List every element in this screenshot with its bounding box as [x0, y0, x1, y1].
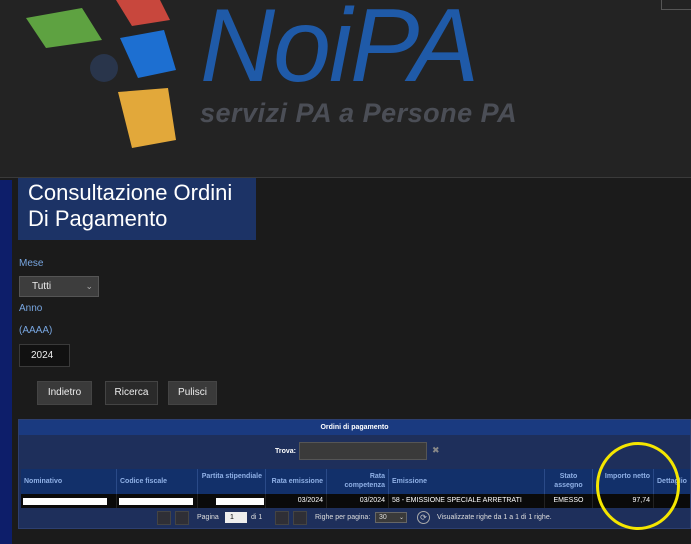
- logo-word: NoiPA: [200, 0, 479, 104]
- rows-per-page-select[interactable]: 30 ⌄: [375, 512, 407, 523]
- cell-rata-competenza: 03/2024: [327, 494, 389, 508]
- mese-label: Mese: [19, 258, 44, 269]
- left-accent-bar: [0, 180, 12, 544]
- rows-per-page-label: Righe per pagina:: [315, 514, 371, 521]
- cell-partita: [198, 494, 266, 508]
- redacted-partita: [216, 498, 264, 505]
- rows-summary: Visualizzate righe da 1 a 1 di 1 righe.: [437, 514, 552, 521]
- logo-tiles-icon: [26, 0, 176, 148]
- panel-title: Ordini di pagamento: [19, 420, 690, 435]
- cell-dettaglio[interactable]: [654, 494, 690, 508]
- page-label: Pagina: [197, 514, 219, 521]
- mese-select-value: Tutti: [32, 281, 52, 292]
- col-emissione[interactable]: Emissione: [389, 469, 545, 494]
- redacted-tax-code: [119, 498, 193, 505]
- page-title-box: Consultazione Ordini Di Pagamento: [18, 178, 256, 240]
- refresh-icon[interactable]: ⟳: [417, 511, 430, 524]
- back-button[interactable]: Indietro: [37, 381, 92, 405]
- page-title: Consultazione Ordini Di Pagamento: [28, 178, 256, 232]
- cell-codice-fiscale: [117, 494, 198, 508]
- page-input[interactable]: 1: [225, 512, 247, 523]
- col-rata-competenza[interactable]: Rata competenza: [327, 469, 389, 494]
- app-header: NoiPA servizi PA a Persone PA: [0, 0, 691, 178]
- rows-per-page-value: 30: [379, 514, 387, 521]
- noipa-logo[interactable]: NoiPA servizi PA a Persone PA: [20, 0, 540, 160]
- prev-page-icon[interactable]: [175, 511, 189, 525]
- search-button[interactable]: Ricerca: [105, 381, 158, 405]
- col-nominativo[interactable]: Nominativo: [21, 469, 117, 494]
- clear-search-icon[interactable]: ✖: [432, 445, 440, 456]
- anno-input[interactable]: 2024: [19, 344, 70, 367]
- logo-tagline: servizi PA a Persone PA: [200, 98, 518, 128]
- redacted-name: [23, 498, 107, 505]
- cell-nominativo: [21, 494, 117, 508]
- col-stato-assegno[interactable]: Stato assegno: [545, 469, 593, 494]
- next-page-icon[interactable]: [275, 511, 289, 525]
- mese-select[interactable]: Tutti ⌄: [19, 276, 99, 297]
- page-total: di 1: [251, 514, 263, 521]
- find-row: Trova: ✖: [19, 438, 690, 462]
- col-partita-stipendiale[interactable]: Partita stipendiale: [198, 469, 266, 494]
- first-page-icon[interactable]: [157, 511, 171, 525]
- anno-label: Anno: [19, 303, 43, 314]
- window-control-icon[interactable]: [661, 0, 691, 10]
- find-input[interactable]: [299, 442, 427, 460]
- table-header: Nominativo Codice fiscale Partita stipen…: [21, 469, 690, 494]
- chevron-down-icon: ⌄: [85, 281, 93, 291]
- col-importo-netto[interactable]: Importo netto: [593, 469, 654, 494]
- last-page-icon[interactable]: [293, 511, 307, 525]
- payment-orders-panel: Ordini di pagamento Trova: ✖ Nominativo …: [18, 419, 691, 529]
- chevron-down-icon: ⌄: [398, 515, 404, 521]
- cell-rata-emissione: 03/2024: [266, 494, 327, 508]
- col-codice-fiscale[interactable]: Codice fiscale: [117, 469, 198, 494]
- cell-importo: 97,74: [593, 494, 654, 508]
- find-label: Trova:: [275, 448, 297, 455]
- cell-stato: EMESSO: [545, 494, 593, 508]
- col-dettaglio[interactable]: Dettaglio: [654, 469, 690, 494]
- page-title-line-1: Consultazione Ordini: [28, 180, 233, 205]
- pagination-bar: Pagina 1 di 1 Righe per pagina: 30 ⌄ ⟳ V…: [21, 510, 690, 528]
- cell-emissione: 58 - EMISSIONE SPECIALE ARRETRATI: [389, 494, 545, 508]
- anno-format-hint: (AAAA): [19, 325, 53, 336]
- page-title-line-2: Di Pagamento: [28, 206, 168, 231]
- col-rata-emissione[interactable]: Rata emissione: [266, 469, 327, 494]
- clear-button[interactable]: Pulisci: [168, 381, 217, 405]
- table-row[interactable]: 03/2024 03/2024 58 - EMISSIONE SPECIALE …: [21, 494, 690, 508]
